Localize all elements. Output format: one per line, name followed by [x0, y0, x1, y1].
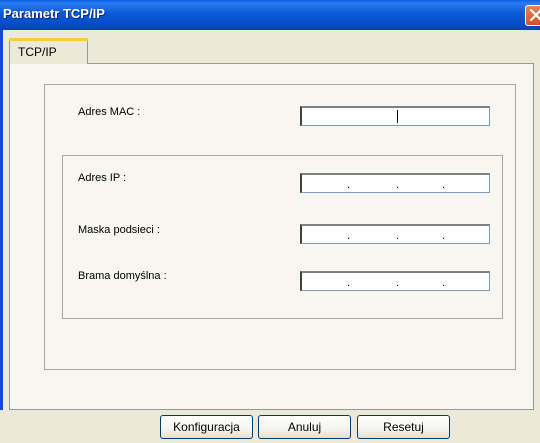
gateway-label: Brama domyślna : — [78, 270, 167, 282]
mac-label: Adres MAC : — [78, 106, 141, 118]
close-icon — [529, 9, 540, 22]
ip-separator: . — [442, 179, 446, 191]
ip-address-field[interactable]: . . . — [300, 173, 490, 193]
subnet-label: Maska podsieci : — [78, 224, 160, 236]
tab-label: TCP/IP — [18, 45, 57, 59]
dialog-window: Parametr TCP/IP TCP/IP Adres MAC : Adres… — [0, 0, 540, 443]
tab-tcpip[interactable]: TCP/IP — [9, 38, 88, 64]
gateway-separator: . — [442, 277, 446, 289]
ip-separator: . — [396, 179, 400, 191]
configure-button[interactable]: Konfiguracja — [160, 415, 253, 439]
subnet-separator: . — [442, 230, 446, 242]
ip-separator: . — [347, 179, 351, 191]
subnet-separator: . — [347, 230, 351, 242]
gateway-separator: . — [396, 277, 400, 289]
ip-label: Adres IP : — [78, 172, 127, 184]
mac-address-field[interactable] — [300, 106, 490, 126]
gateway-field[interactable]: . . . — [300, 271, 490, 291]
cancel-button[interactable]: Anuluj — [258, 415, 351, 439]
window-title: Parametr TCP/IP — [3, 6, 105, 21]
text-caret — [397, 110, 398, 123]
title-bar[interactable]: Parametr TCP/IP — [0, 0, 540, 30]
window-frame-left — [0, 30, 3, 443]
close-button[interactable] — [525, 5, 540, 26]
subnet-mask-field[interactable]: . . . — [300, 224, 490, 244]
gateway-separator: . — [347, 277, 351, 289]
tab-highlight — [9, 38, 88, 41]
reset-button[interactable]: Resetuj — [357, 415, 450, 439]
subnet-separator: . — [396, 230, 400, 242]
